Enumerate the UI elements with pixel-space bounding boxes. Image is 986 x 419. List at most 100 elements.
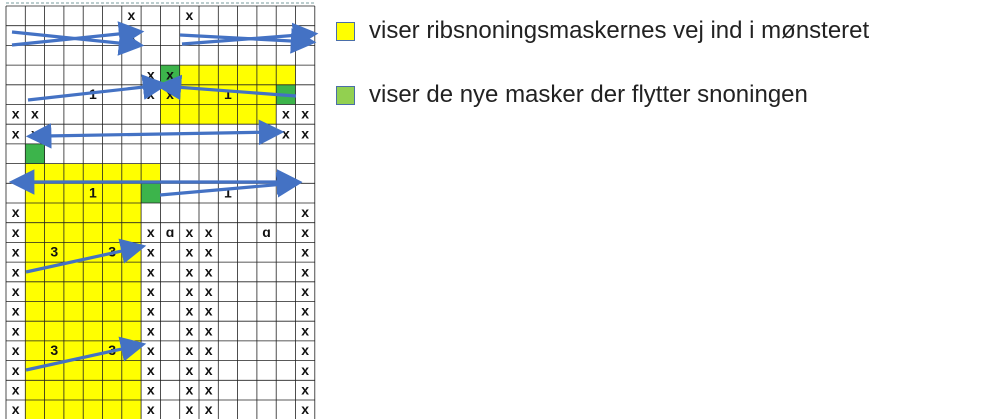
yellow-cell [218, 104, 238, 125]
stitch-x: x [301, 283, 309, 299]
stitch-x: x [185, 244, 193, 260]
yellow-cell [199, 104, 219, 125]
yellow-cell [63, 360, 84, 381]
yellow-cell [63, 203, 84, 223]
stitch-x: x [147, 224, 155, 240]
yellow-cell [83, 321, 103, 341]
yellow-cell [102, 203, 122, 223]
stitch-x: x [205, 342, 213, 358]
yellow-cell [44, 203, 64, 223]
stitch-x: x [12, 362, 20, 378]
green-cell [141, 183, 161, 203]
stitch-x: x [12, 263, 20, 279]
stitch-x: x [12, 125, 20, 141]
knitting-chart: xxxxx1xx1xxxxxxxx11xxxxɑxxɑxx33xxxxxxxxx… [5, 2, 319, 419]
stitch-x: x [147, 86, 155, 102]
stitch-x: x [205, 263, 213, 279]
yellow-cell [83, 380, 103, 400]
yellow-cell [237, 65, 257, 85]
stitch-x: x [147, 362, 155, 378]
yellow-cell [102, 262, 122, 282]
yellow-cell [121, 321, 142, 341]
yellow-cell [25, 281, 45, 302]
yellow-cell [44, 301, 64, 322]
stitch-symbol: 1 [224, 184, 232, 200]
yellow-cell [25, 242, 45, 263]
yellow-cell [63, 301, 84, 322]
stitch-x: x [12, 322, 20, 338]
yellow-cell [63, 321, 84, 341]
yellow-cell [121, 183, 142, 203]
stitch-x: x [12, 244, 20, 260]
stitch-x: x [301, 303, 309, 319]
stitch-x: x [12, 106, 20, 122]
stitch-x: x [301, 244, 309, 260]
yellow-cell [25, 163, 45, 184]
stitch-x: x [147, 322, 155, 338]
stitch-x: x [185, 381, 193, 397]
stitch-x: x [147, 244, 155, 260]
stitch-x: x [205, 283, 213, 299]
yellow-cell [121, 281, 142, 302]
yellow-cell [25, 321, 45, 341]
stitch-x: x [205, 224, 213, 240]
stitch-x: x [205, 244, 213, 260]
yellow-cell [121, 360, 142, 381]
stitch-symbol: 3 [50, 342, 58, 358]
cable-arrow [25, 119, 285, 149]
yellow-cell [25, 380, 45, 400]
yellow-cell [102, 163, 122, 184]
stitch-x: x [185, 7, 193, 23]
yellow-cell [121, 301, 142, 322]
stitch-x: x [301, 401, 309, 417]
yellow-cell [25, 222, 45, 243]
stitch-symbol: 1 [224, 86, 232, 102]
yellow-cell [25, 203, 45, 223]
stitch-x: x [185, 342, 193, 358]
stitch-x: x [301, 204, 309, 220]
stitch-x: x [185, 224, 193, 240]
yellow-cell [102, 360, 122, 381]
stitch-x: x [185, 303, 193, 319]
yellow-cell [121, 163, 142, 184]
yellow-cell [83, 222, 103, 243]
stitch-x: x [282, 125, 290, 141]
stitch-x: x [282, 106, 290, 122]
stitch-x: x [147, 263, 155, 279]
yellow-cell [44, 163, 64, 184]
yellow-cell [160, 104, 180, 125]
stitch-x: x [301, 362, 309, 378]
stitch-x: x [301, 224, 309, 240]
stitch-x: x [128, 27, 136, 43]
stitch-x: x [166, 66, 174, 82]
stitch-x: x [147, 342, 155, 358]
green-swatch [336, 85, 355, 105]
yellow-cell [83, 281, 103, 302]
yellow-cell [44, 380, 64, 400]
legend-item-green: viser de nye masker der flytter snoninge… [336, 81, 808, 109]
stitch-x: x [301, 125, 309, 141]
stitch-x: x [12, 342, 20, 358]
yellow-cell [63, 380, 84, 400]
stitch-x: x [185, 362, 193, 378]
stitch-symbol: ɑ [166, 224, 175, 240]
yellow-cell [25, 183, 45, 203]
yellow-cell [102, 183, 122, 203]
stitch-symbol: 3 [50, 244, 58, 260]
stitch-x: x [301, 322, 309, 338]
yellow-cell [83, 203, 103, 223]
yellow-cell [179, 104, 199, 125]
yellow-cell [256, 65, 277, 85]
stitch-x: x [301, 106, 309, 122]
stitch-x: x [185, 283, 193, 299]
yellow-cell [63, 262, 84, 282]
stitch-x: x [12, 303, 20, 319]
stitch-x: x [12, 283, 20, 299]
stitch-x: x [205, 362, 213, 378]
yellow-cell [141, 163, 161, 184]
stitch-symbol: 1 [89, 184, 97, 200]
yellow-cell [83, 360, 103, 381]
yellow-cell [63, 400, 84, 419]
stitch-x: x [205, 322, 213, 338]
stitch-x: x [12, 381, 20, 397]
